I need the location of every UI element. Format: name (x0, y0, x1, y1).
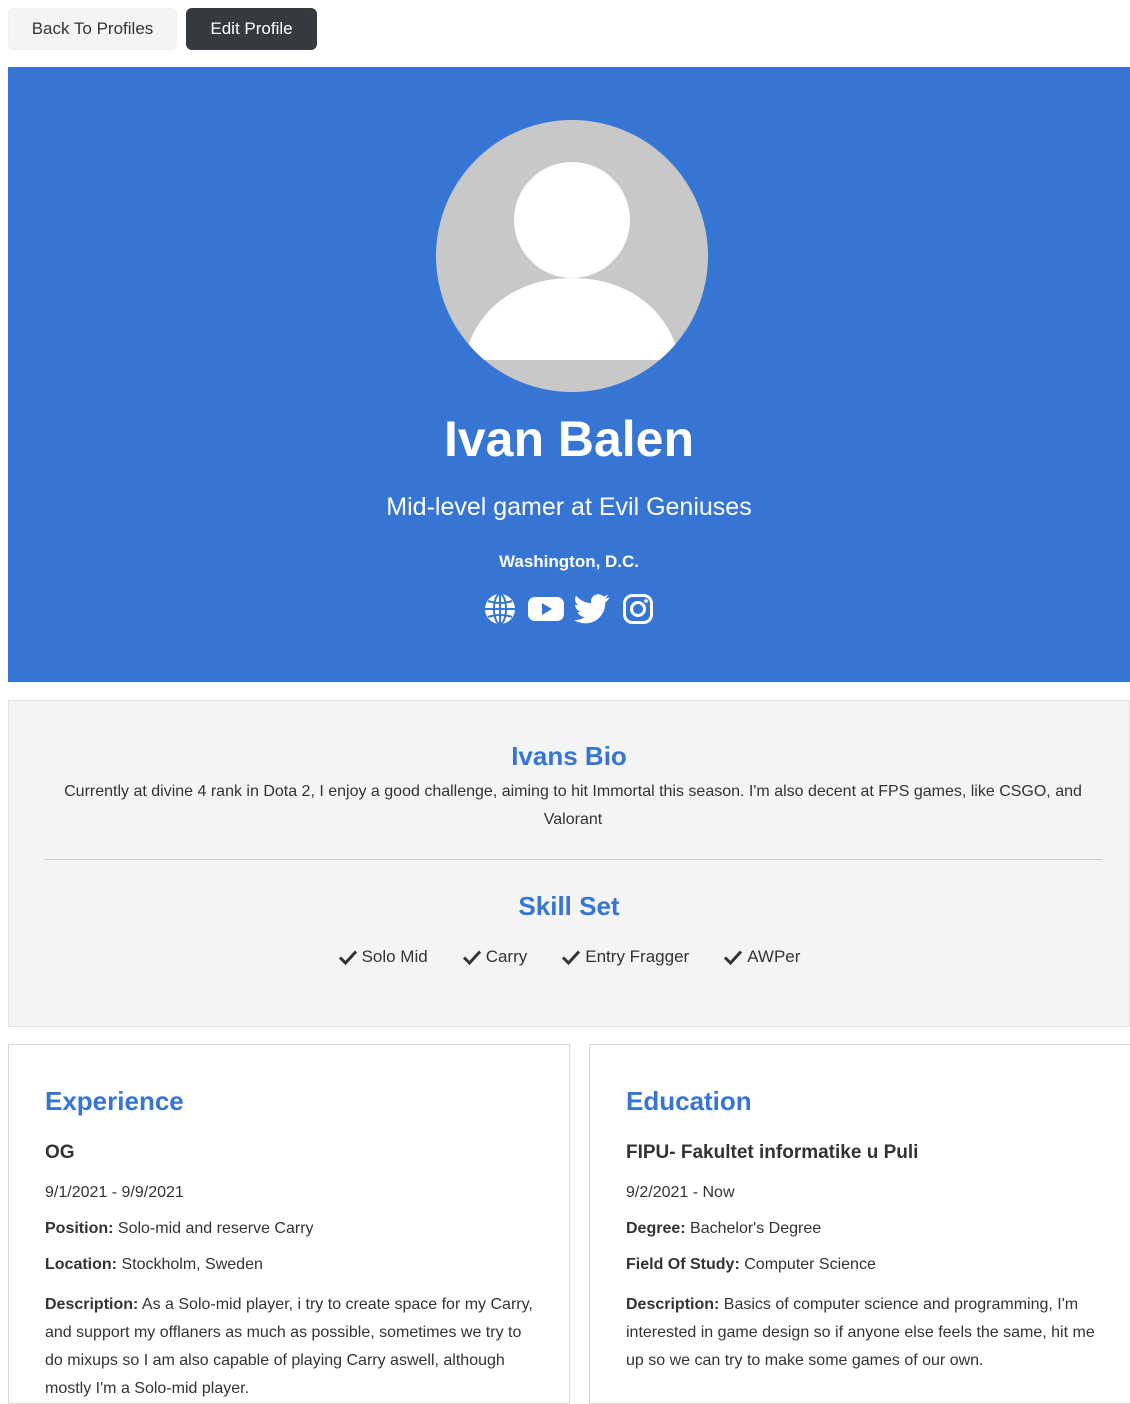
experience-description: Description: As a Solo-mid player, i try… (45, 1291, 569, 1403)
check-icon (724, 950, 743, 965)
check-icon (562, 950, 581, 965)
globe-icon[interactable] (481, 592, 519, 626)
education-card: Education FIPU- Fakultet informatike u P… (589, 1044, 1130, 1404)
field-value: Computer Science (744, 1256, 876, 1273)
education-degree: Degree: Bachelor's Degree (626, 1220, 821, 1238)
skill-item: Carry (462, 947, 528, 967)
education-field: Field Of Study: Computer Science (626, 1256, 876, 1274)
experience-company: OG (45, 1142, 75, 1163)
position-value: Solo-mid and reserve Carry (117, 1220, 314, 1237)
education-description: Description: Basics of computer science … (626, 1291, 1130, 1375)
skill-label: Entry Fragger (585, 947, 690, 966)
skill-label: Solo Mid (361, 947, 428, 966)
skill-set-heading: Skill Set (518, 891, 620, 921)
location-value: Stockholm, Sweden (121, 1256, 263, 1273)
instagram-icon[interactable] (619, 592, 657, 626)
description-label: Description: (45, 1296, 139, 1313)
profile-name: Ivan Balen (443, 411, 695, 467)
user-silhouette-icon (464, 162, 680, 360)
education-school: FIPU- Fakultet informatike u Puli (626, 1142, 919, 1163)
education-dates: 9/2/2021 - Now (626, 1184, 735, 1201)
edit-profile-button[interactable]: Edit Profile (186, 8, 317, 50)
avatar (436, 120, 708, 392)
location-label: Location: (45, 1256, 117, 1273)
divider (44, 859, 1102, 860)
back-to-profiles-button[interactable]: Back To Profiles (8, 8, 177, 50)
youtube-icon[interactable] (527, 592, 565, 626)
profile-title: Mid-level gamer at Evil Geniuses (386, 493, 752, 521)
description-label: Description: (626, 1296, 720, 1313)
field-label: Field Of Study: (626, 1256, 740, 1273)
education-heading: Education (626, 1086, 752, 1116)
experience-position: Position: Solo-mid and reserve Carry (45, 1220, 314, 1238)
top-toolbar: Back To Profiles Edit Profile (0, 0, 1130, 60)
skill-list: Solo Mid Carry Entry Fragger AWPer (9, 947, 1129, 967)
bio-text: Currently at divine 4 rank in Dota 2, I … (64, 783, 1082, 828)
check-icon (462, 950, 481, 965)
degree-value: Bachelor's Degree (690, 1220, 822, 1237)
experience-card: Experience OG 9/1/2021 - 9/9/2021 Positi… (8, 1044, 570, 1404)
skill-item: Solo Mid (338, 947, 428, 967)
skill-label: Carry (485, 947, 528, 966)
check-icon (338, 950, 357, 965)
skill-item: AWPer (723, 947, 800, 967)
skill-item: Entry Fragger (561, 947, 689, 967)
position-label: Position: (45, 1220, 114, 1237)
social-links (8, 592, 1130, 626)
profile-location: Washington, D.C. (498, 552, 640, 571)
twitter-icon[interactable] (573, 592, 611, 626)
skill-label: AWPer (747, 947, 801, 966)
degree-label: Degree: (626, 1220, 686, 1237)
experience-heading: Experience (45, 1086, 184, 1116)
about-panel: Ivans Bio Currently at divine 4 rank in … (8, 700, 1130, 1027)
experience-dates: 9/1/2021 - 9/9/2021 (45, 1184, 184, 1201)
experience-location: Location: Stockholm, Sweden (45, 1256, 263, 1274)
bio-heading: Ivans Bio (511, 741, 627, 771)
profile-header: Ivan Balen Mid-level gamer at Evil Geniu… (8, 67, 1130, 682)
